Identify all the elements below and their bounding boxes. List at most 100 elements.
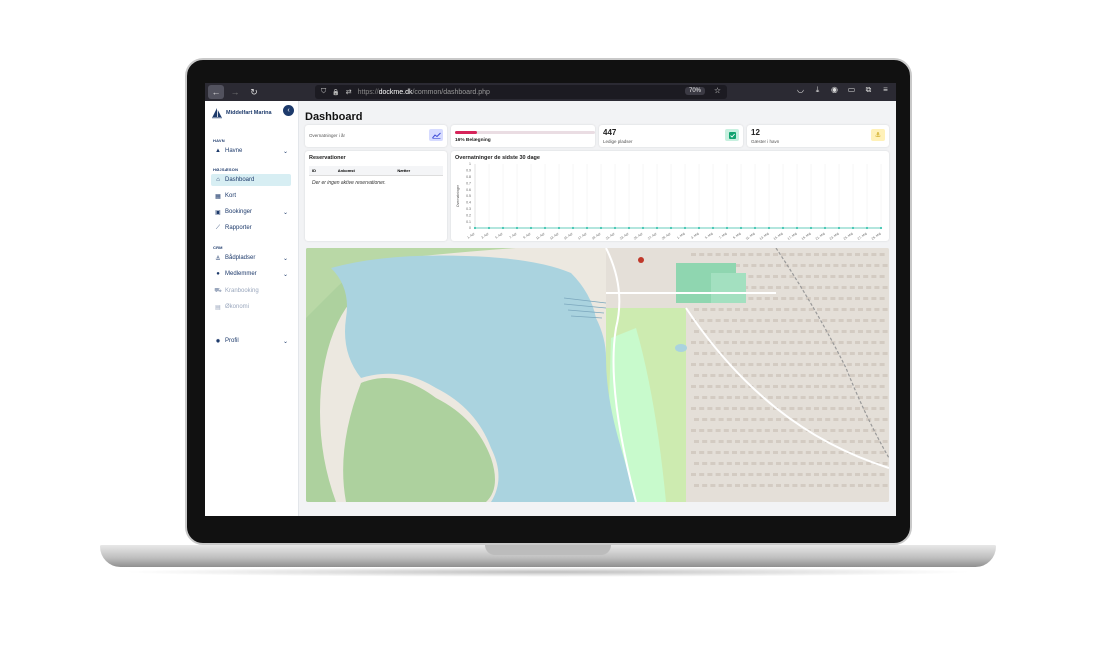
building	[838, 297, 844, 300]
building	[707, 451, 713, 454]
building	[871, 275, 877, 278]
building	[715, 473, 721, 476]
building	[764, 429, 770, 432]
building	[756, 363, 762, 366]
building	[756, 407, 762, 410]
building	[784, 308, 790, 311]
sidebar-item-kort[interactable]: ▦ Kort	[211, 190, 291, 202]
x-tick-label: 29. Maj	[871, 231, 882, 240]
pocket-icon[interactable]: ◡	[796, 85, 805, 95]
building	[756, 341, 762, 344]
zoom-level[interactable]: 70%	[684, 87, 705, 95]
building	[751, 418, 757, 421]
section-label-hojsaeson: HØJSÆSON	[213, 167, 239, 172]
column-header-id[interactable]: ID	[309, 166, 335, 176]
building	[822, 385, 828, 388]
building	[855, 297, 860, 300]
column-header-naetter[interactable]: Nætter	[394, 166, 443, 176]
building	[781, 473, 787, 476]
building	[858, 264, 863, 267]
sidebar-item-okonomi[interactable]: ▤ Økonomi	[211, 301, 291, 313]
brand-name: Middelfart Marina	[226, 110, 272, 116]
download-icon[interactable]: ⤓	[813, 85, 822, 95]
map-canvas[interactable]	[306, 248, 889, 502]
building	[726, 308, 732, 311]
menu-icon[interactable]: ≡	[881, 85, 890, 95]
building	[792, 352, 798, 355]
shield-icon[interactable]: ⛉	[321, 88, 326, 96]
building	[773, 473, 778, 476]
building	[743, 418, 749, 421]
main-content: Dashboard Overnatninger i år 16% Belægni…	[299, 101, 896, 516]
building	[784, 484, 790, 487]
building	[805, 363, 811, 366]
ticket-icon: ▣	[215, 209, 221, 216]
sidebar-item-kranbooking[interactable]: ⛟ Kranbooking	[211, 285, 291, 297]
harbour-map[interactable]	[306, 248, 889, 502]
x-tick-label: 11. Maj	[745, 231, 756, 240]
building	[781, 275, 787, 278]
brand[interactable]: Middelfart Marina	[211, 107, 272, 119]
back-icon[interactable]: ←	[208, 85, 224, 99]
y-tick-label: 0.3	[466, 207, 471, 211]
building	[800, 418, 806, 421]
building	[723, 341, 729, 344]
building	[723, 429, 729, 432]
empty-message: Der er ingen aktive reservationer.	[312, 180, 386, 186]
building	[817, 418, 822, 421]
sidebar-item-medlemmer[interactable]: ● Medlemmer ⌄	[211, 268, 291, 280]
column-header-ankomst[interactable]: Ankomst	[334, 166, 395, 176]
building	[882, 308, 888, 311]
bookmark-star-icon[interactable]: ☆	[714, 86, 721, 95]
sidebar-item-havne[interactable]: ▲ Havne ⌄	[211, 145, 291, 157]
building	[735, 484, 740, 487]
lock-icon[interactable]: 🔒	[332, 89, 339, 96]
address-bar[interactable]: ⛉ 🔒 ⇄ https://dockme.dk/common/dashboard…	[315, 85, 727, 99]
sidebar-item-label: Profil	[225, 338, 239, 344]
building	[830, 407, 836, 410]
sidebar-item-rapporter[interactable]: ⟋ Rapporter	[211, 222, 291, 234]
building	[748, 319, 754, 322]
building	[751, 440, 757, 443]
extensions-icon[interactable]: ⧉	[864, 85, 873, 95]
reload-icon[interactable]: ↻	[246, 85, 262, 99]
building	[800, 440, 806, 443]
sidebar-item-bookinger[interactable]: ▣ Bookinger ⌄	[211, 206, 291, 218]
building	[833, 484, 839, 487]
building	[773, 451, 778, 454]
building	[808, 264, 814, 267]
data-point	[543, 226, 547, 230]
crane-icon: ⛟	[214, 288, 222, 294]
building	[767, 484, 773, 487]
building	[756, 385, 762, 388]
building	[830, 297, 836, 300]
x-tick-label: 19. Apr	[591, 231, 602, 241]
data-point	[599, 226, 603, 230]
building	[773, 297, 778, 300]
building	[767, 352, 773, 355]
building	[805, 451, 811, 454]
sidebar-item-dashboard[interactable]: ⌂ Dashboard	[211, 174, 291, 186]
sidebar-item-label: Havne	[225, 148, 243, 154]
account-icon[interactable]: ◉	[830, 85, 839, 95]
sidebar-item-profil[interactable]: ✹ Profil ⌄	[211, 335, 291, 347]
permissions-icon[interactable]: ⇄	[346, 88, 352, 96]
sidebar-item-badpladser[interactable]: ⚓ Bådpladser ⌄	[211, 252, 291, 264]
location-pin-icon[interactable]	[638, 257, 644, 263]
building	[740, 363, 746, 366]
building	[838, 473, 844, 476]
building	[776, 462, 781, 465]
building	[748, 275, 754, 278]
sidebar-item-label: Medlemmer	[225, 271, 257, 277]
sidebar-icon[interactable]: ▭	[847, 85, 856, 95]
building	[797, 451, 803, 454]
building	[691, 407, 696, 410]
collapse-sidebar-button[interactable]: ‹	[283, 105, 294, 116]
building	[822, 297, 828, 300]
checkbox-icon	[725, 129, 739, 141]
forward-icon[interactable]: →	[227, 85, 243, 99]
building	[800, 484, 806, 487]
data-point	[837, 226, 841, 230]
building	[882, 330, 888, 333]
building	[805, 253, 811, 256]
